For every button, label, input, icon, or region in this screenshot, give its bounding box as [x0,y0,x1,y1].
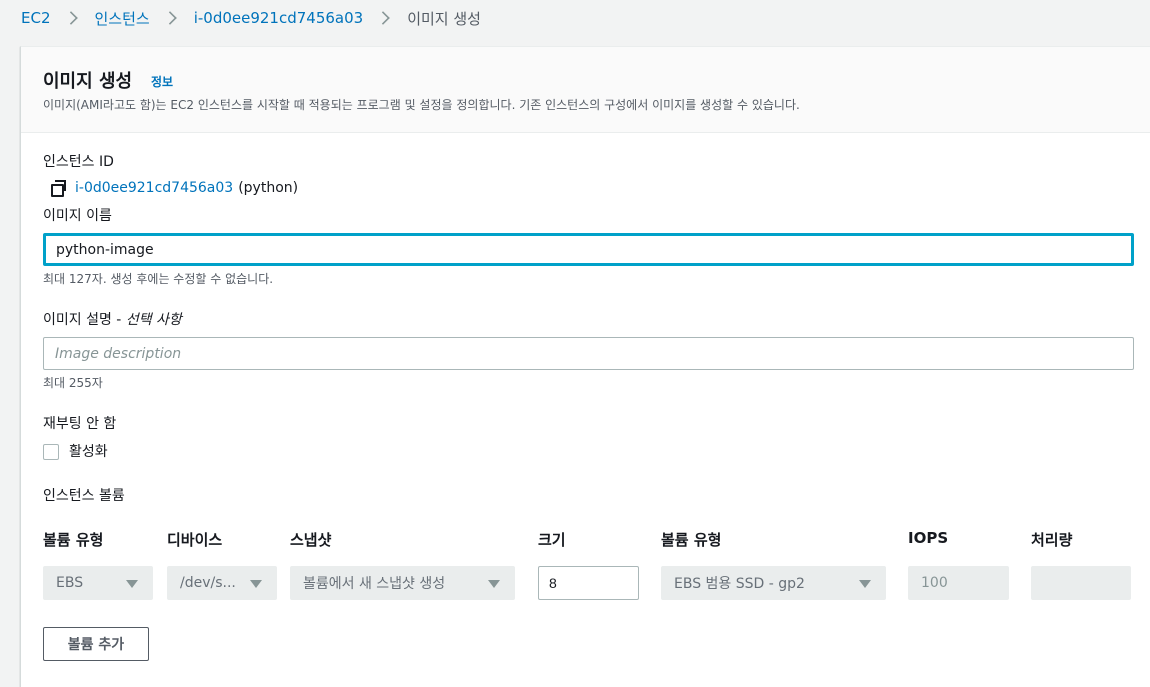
breadcrumb-ec2[interactable]: EC2 [21,9,51,27]
iops-input: 100 [908,566,1009,600]
chevron-right-icon [376,11,390,25]
breadcrumb-instance-id[interactable]: i-0d0ee921cd7456a03 [194,9,364,27]
snapshot-value: 볼륨에서 새 스냅샷 생성 [303,576,446,592]
breadcrumb-current: 이미지 생성 [407,9,481,28]
page-title: 이미지 생성 [43,71,133,92]
chevron-right-icon [162,11,177,25]
optional-text: 선택 사항 [125,312,182,328]
page-description: 이미지(AMI라고도 함)는 EC2 인스턴스를 시작할 때 적용되는 프로그램… [43,98,800,112]
image-description-label: 이미지 설명 - 선택 사항 [43,309,182,329]
add-volume-button[interactable]: 볼륨 추가 [43,627,149,661]
copy-icon[interactable] [51,180,67,197]
instance-volumes-label: 인스턴스 볼륨 [43,488,125,504]
image-name-input[interactable] [43,233,1134,266]
iops-value: 100 [921,575,948,591]
instance-id-link[interactable]: i-0d0ee921cd7456a03 [75,180,233,196]
col-header-throughput: 처리량 [1031,531,1073,549]
image-name-label: 이미지 이름 [43,208,112,224]
instance-id-label: 인스턴스 ID [43,154,114,170]
col-header-device: 디바이스 [167,531,223,549]
device-value: /dev/s... [180,575,236,591]
instance-name: (python) [238,180,299,196]
image-name-hint: 최대 127자. 생성 후에는 수정할 수 없습니다. [43,272,274,286]
caret-down-icon [250,580,262,588]
breadcrumb-instances[interactable]: 인스턴스 [95,8,150,29]
volume-type-select[interactable]: EBS [43,566,153,600]
ebs-volume-type-value: EBS 범용 SSD - gp2 [674,576,805,592]
no-reboot-checkbox[interactable] [43,444,59,460]
ebs-volume-type-select[interactable]: EBS 범용 SSD - gp2 [661,566,886,600]
caret-down-icon [488,580,500,588]
col-header-volume-type: 볼륨 유형 [43,531,104,549]
no-reboot-checkbox-label[interactable]: 활성화 [69,441,108,461]
panel-header: 이미지 생성 정보 이미지(AMI라고도 함)는 EC2 인스턴스를 시작할 때… [21,47,1150,133]
breadcrumb: EC2 인스턴스 i-0d0ee921cd7456a03 이미지 생성 [21,0,481,36]
image-description-label-text: 이미지 설명 - [43,312,126,328]
image-description-hint: 최대 255자 [43,376,103,390]
image-description-input[interactable] [43,337,1134,370]
caret-down-icon [126,580,138,588]
instance-id-row: i-0d0ee921cd7456a03 (python) [51,180,299,197]
col-header-snapshot: 스냅샷 [290,531,332,549]
create-image-panel: 이미지 생성 정보 이미지(AMI라고도 함)는 EC2 인스턴스를 시작할 때… [20,46,1150,687]
no-reboot-label: 재부팅 안 함 [43,416,117,432]
device-select[interactable]: /dev/s... [167,566,277,600]
col-header-iops: IOPS [908,529,949,547]
col-header-size: 크기 [538,531,566,549]
col-header-ebs-volume-type: 볼륨 유형 [661,531,722,549]
info-link[interactable]: 정보 [151,73,173,90]
throughput-input [1031,566,1131,600]
size-input[interactable] [538,566,639,600]
snapshot-select[interactable]: 볼륨에서 새 스냅샷 생성 [290,566,515,600]
caret-down-icon [859,580,871,588]
chevron-right-icon [63,11,78,25]
volume-type-value: EBS [56,575,84,591]
